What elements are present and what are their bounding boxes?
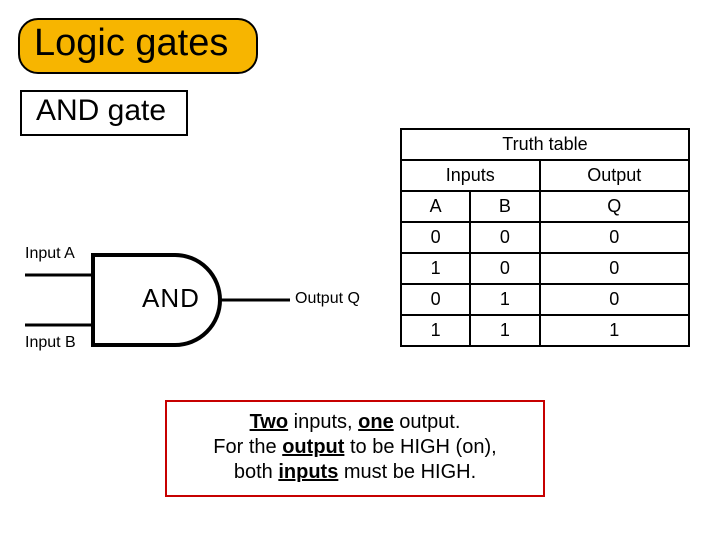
truth-table: Truth table Inputs Output A B Q 0 0 0 1 … <box>400 128 690 347</box>
table-row: 1 0 0 <box>401 253 689 284</box>
truth-col-a: A <box>401 191 470 222</box>
truth-col-q: Q <box>540 191 690 222</box>
summary-word-output: output <box>282 436 344 458</box>
truth-col-b: B <box>470 191 539 222</box>
table-row: 0 1 0 <box>401 284 689 315</box>
summary-box: Two inputs, one output. For the output t… <box>165 400 545 497</box>
slide-subtitle: AND gate <box>20 90 188 136</box>
truth-table-output-header: Output <box>540 160 690 191</box>
table-row: 0 0 0 <box>401 222 689 253</box>
gate-name-label: AND <box>142 283 200 314</box>
summary-word-inputs: inputs <box>278 461 338 483</box>
slide-title: Logic gates <box>18 18 258 74</box>
truth-table-title: Truth table <box>401 129 689 160</box>
summary-word-one: one <box>358 411 394 433</box>
truth-table-inputs-header: Inputs <box>401 160 540 191</box>
table-row: 1 1 1 <box>401 315 689 346</box>
summary-word-two: Two <box>250 411 289 433</box>
and-gate-diagram: AND <box>25 245 345 365</box>
